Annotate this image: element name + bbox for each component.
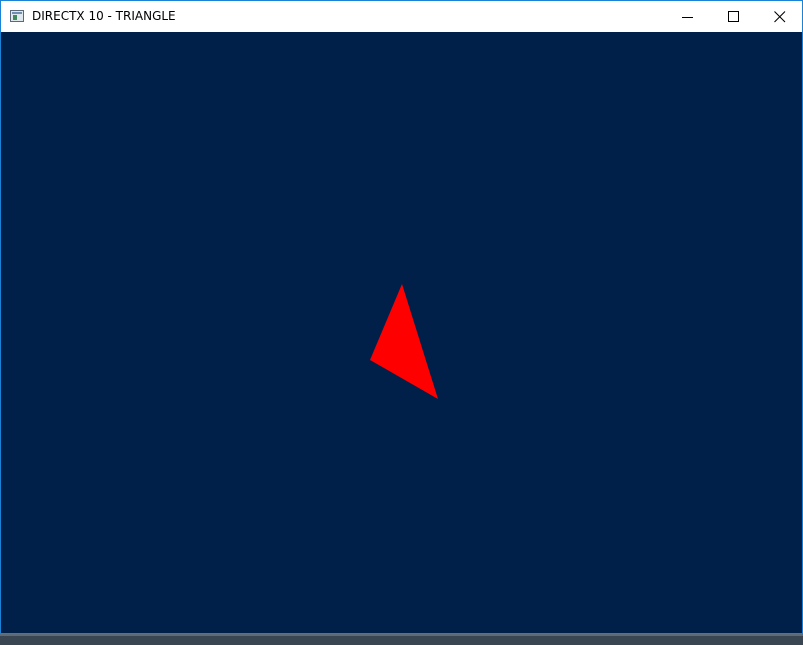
- app-window-icon[interactable]: [10, 10, 24, 22]
- close-button[interactable]: [757, 1, 803, 32]
- minimize-button[interactable]: [665, 1, 711, 32]
- minimize-icon: [682, 17, 693, 18]
- render-viewport[interactable]: [1, 32, 802, 633]
- close-icon: [774, 11, 786, 23]
- window-title: DIRECTX 10 - TRIANGLE: [32, 9, 176, 23]
- red-triangle: [370, 284, 438, 399]
- taskbar-edge: [0, 634, 803, 645]
- title-bar[interactable]: DIRECTX 10 - TRIANGLE: [1, 1, 802, 32]
- maximize-icon: [728, 11, 739, 22]
- scene-canvas: [370, 284, 438, 399]
- maximize-button[interactable]: [711, 1, 757, 32]
- app-window: DIRECTX 10 - TRIANGLE: [0, 0, 803, 634]
